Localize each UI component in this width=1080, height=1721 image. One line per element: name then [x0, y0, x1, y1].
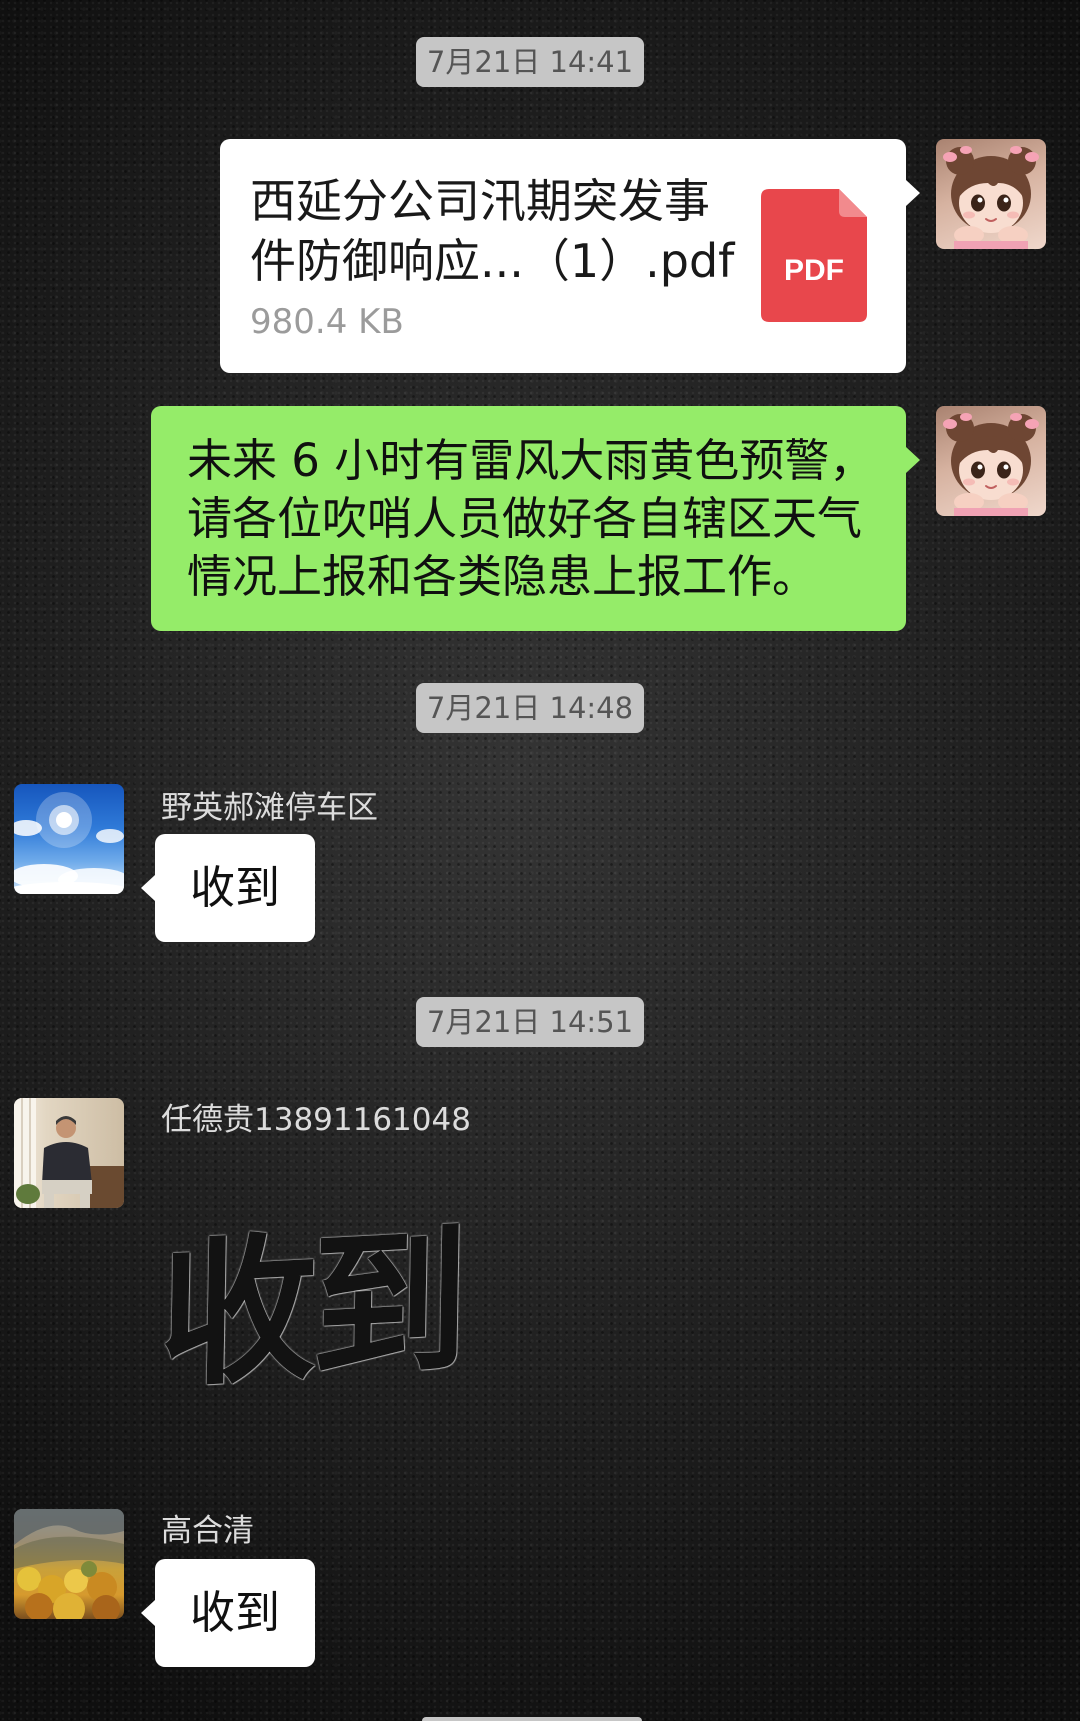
bubble-tail [906, 447, 920, 473]
bubble-tail [141, 875, 155, 901]
timestamp-row: 7月21日 14:41 [0, 37, 1060, 87]
sender-name: 任德贵13891161048 [161, 1102, 471, 1138]
message-text: 收到 [189, 861, 280, 914]
file-size: 980.4 KB [250, 302, 404, 342]
sender-name: 高合清 [161, 1513, 254, 1549]
file-name: 西延分公司汛期突发事 件防御响应...（1）.pdf [250, 171, 734, 291]
timestamp: 7月21日 14:41 [415, 37, 645, 87]
pdf-icon-label: PDF [784, 254, 844, 287]
cartoon-girl-avatar-image [943, 413, 1039, 516]
avatar-contact[interactable] [14, 1509, 124, 1619]
sender-name: 野英郝滩停车区 [161, 790, 378, 826]
sticker-text: 收到 [157, 1208, 465, 1410]
message-text-line: 情况上报和各类隐患上报工作。 [187, 550, 818, 603]
autumn-landscape-avatar-image [14, 1509, 124, 1619]
cartoon-girl-avatar-image [943, 146, 1039, 249]
incoming-text-bubble[interactable]: 收到 [141, 1559, 315, 1667]
pdf-file-icon: PDF [761, 189, 867, 322]
avatar-contact[interactable] [14, 1098, 124, 1208]
calligraphy-sticker[interactable]: 收到 [158, 1208, 483, 1409]
incoming-text-bubble[interactable]: 收到 [141, 834, 315, 942]
message-text: 收到 [189, 1586, 280, 1639]
file-name-line: 西延分公司汛期突发事 [250, 174, 710, 228]
timestamp: 7月21日 14:48 [415, 683, 645, 733]
chat-background: 7月21日 14:41 西延分公司汛期突发事 件防御响应...（1）.pdf 9… [0, 0, 1080, 1721]
message-text-line: 请各位吹哨人员做好各自辖区天气 [187, 492, 863, 545]
bubble-tail [141, 1600, 155, 1626]
message-text: 未来 6 小时有雷风大雨黄色预警， 请各位吹哨人员做好各自辖区天气 情况上报和各… [187, 432, 874, 606]
file-message-bubble[interactable]: 西延分公司汛期突发事 件防御响应...（1）.pdf 980.4 KB PDF [220, 139, 920, 373]
message-text-line: 未来 6 小时有雷风大雨黄色预警， [187, 434, 875, 487]
bubble-tail [906, 180, 920, 206]
timestamp-partial [422, 1717, 642, 1721]
avatar-self[interactable] [936, 406, 1046, 516]
avatar-self[interactable] [936, 139, 1046, 249]
man-photo-avatar-image [14, 1098, 124, 1208]
timestamp: 7月21日 14:51 [415, 997, 645, 1047]
avatar-contact[interactable] [14, 784, 124, 894]
timestamp-row: 7月21日 14:48 [0, 683, 1060, 733]
sky-sun-avatar-image [14, 792, 124, 894]
file-name-line: 件防御响应...（1）.pdf [250, 234, 735, 288]
timestamp-row: 7月21日 14:51 [0, 997, 1060, 1047]
outgoing-text-bubble[interactable]: 未来 6 小时有雷风大雨黄色预警， 请各位吹哨人员做好各自辖区天气 情况上报和各… [151, 406, 920, 631]
